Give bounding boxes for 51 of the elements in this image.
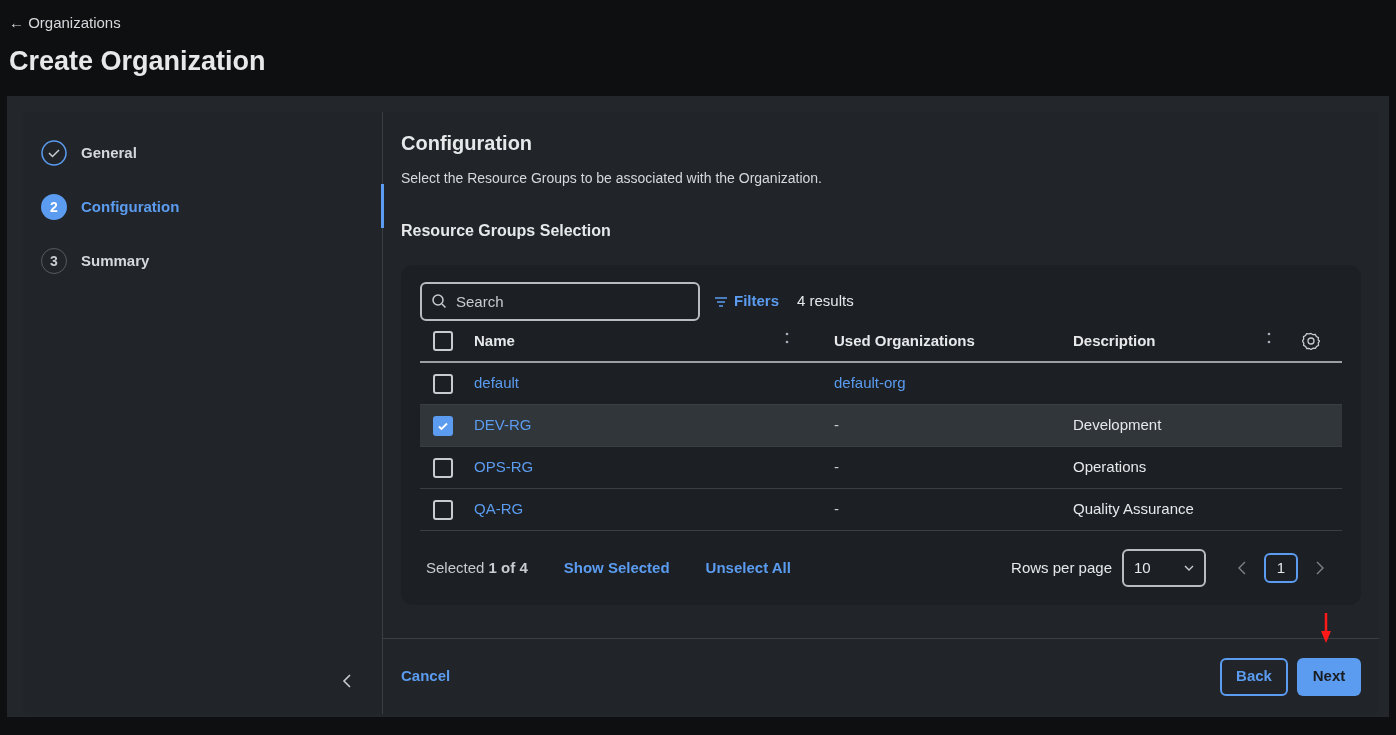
breadcrumb-link[interactable]: ← Organizations (9, 12, 1387, 35)
back-button[interactable]: Back (1220, 657, 1288, 696)
section-title: Configuration (401, 131, 534, 156)
step-label[interactable]: General (81, 141, 137, 165)
column-header: Name (474, 330, 515, 351)
table-row[interactable]: QA-RG - Quality Assurance (420, 489, 1342, 531)
cancel-button[interactable]: Cancel (401, 665, 451, 688)
resource-group-link[interactable]: default (474, 372, 520, 395)
checkbox[interactable] (433, 415, 453, 436)
results-count: 4 results (797, 291, 854, 312)
table-cell-text: Operations (1073, 457, 1147, 478)
checkbox[interactable] (433, 373, 453, 394)
rows-per-page-select[interactable]: 10 (1122, 549, 1206, 587)
column-header: Description (1073, 330, 1156, 351)
search-icon (431, 293, 447, 309)
chevron-down-icon (1184, 565, 1194, 571)
settings-icon[interactable] (1302, 332, 1320, 350)
page-title: Create Organization (9, 44, 267, 78)
show-selected-link[interactable]: Show Selected (563, 556, 670, 580)
resource-group-link[interactable]: QA-RG (474, 498, 524, 521)
table-cell-text: - (834, 457, 839, 478)
checkbox[interactable] (433, 331, 453, 351)
chevron-left-icon[interactable] (342, 673, 352, 689)
search-field[interactable]: Search (420, 282, 700, 321)
annotation-arrow (1321, 613, 1331, 643)
table-cell-text: - (834, 415, 839, 436)
step-label[interactable]: Configuration (81, 195, 180, 219)
table-row[interactable]: DEV-RG - Development (420, 405, 1342, 447)
table-cell-text: Quality Assurance (1073, 499, 1194, 520)
page-button[interactable]: 1 (1264, 553, 1298, 583)
chevron-left-icon[interactable] (1238, 561, 1246, 575)
filters-button[interactable]: Filters (714, 290, 779, 313)
step-label[interactable]: Summary (81, 249, 150, 273)
filter-icon (714, 296, 728, 307)
section-subtitle: Select the Resource Groups to be associated with the Organization. (401, 169, 823, 188)
next-button[interactable]: Next (1297, 657, 1361, 696)
unselect-all-link[interactable]: Unselect All (705, 556, 791, 580)
table-cell-text: Development (1073, 415, 1162, 436)
resource-group-link[interactable]: OPS-RG (474, 456, 534, 479)
table-cell[interactable]: default-org (834, 372, 906, 395)
rows-per-page-label: Rows per page (1011, 557, 1112, 578)
table-cell-text: - (834, 499, 839, 520)
selection-summary: Selected 1 of 4 (425, 557, 528, 578)
column-header: Used Organizations (834, 330, 976, 351)
step-number: 2 (41, 194, 67, 220)
chevron-right-icon[interactable] (1316, 561, 1324, 575)
section-heading: Resource Groups Selection (401, 221, 612, 241)
checkbox[interactable] (433, 499, 453, 520)
table-row[interactable]: OPS-RG - Operations (420, 447, 1342, 489)
resource-group-link[interactable]: DEV-RG (474, 414, 532, 437)
checkbox[interactable] (433, 457, 453, 478)
